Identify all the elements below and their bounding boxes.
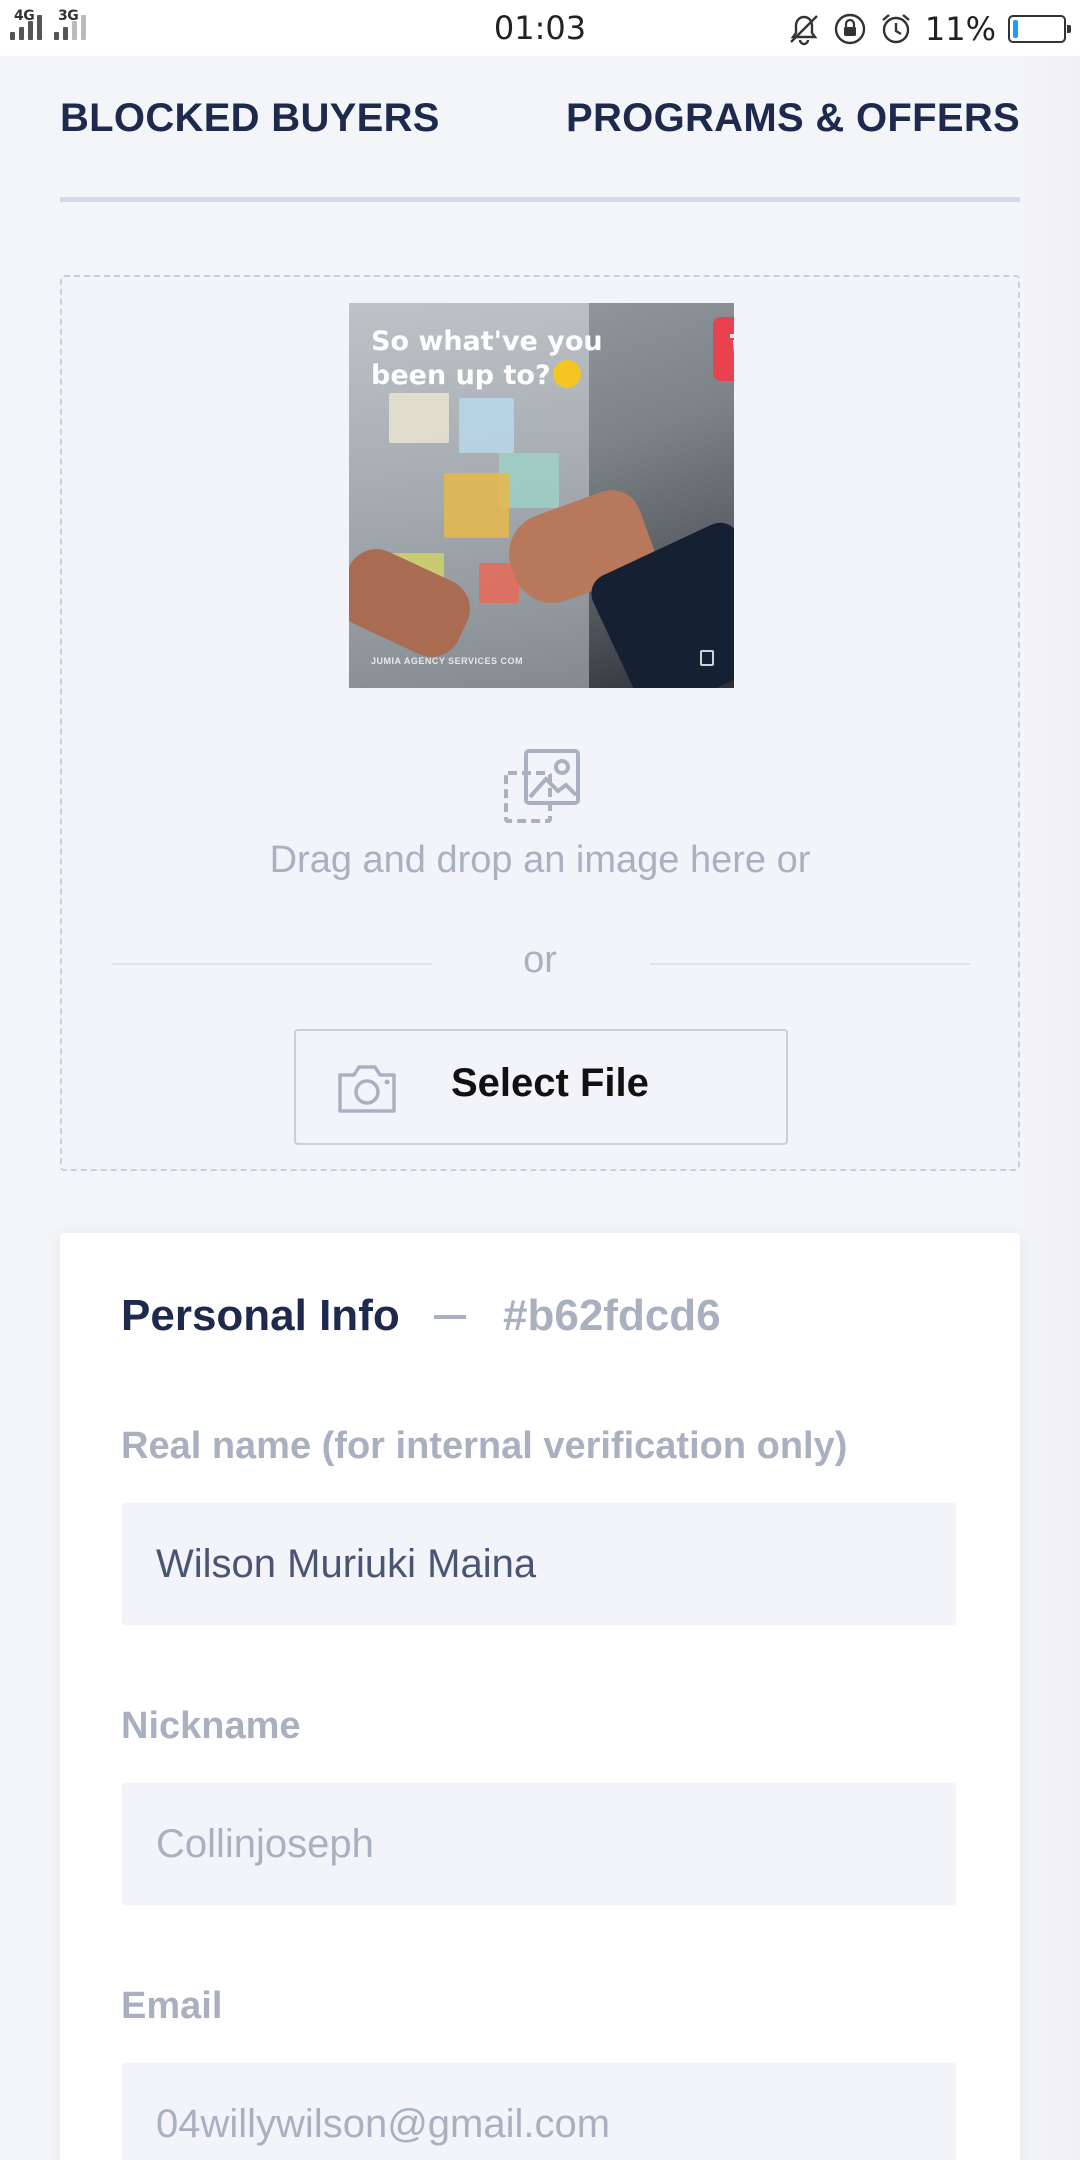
or-separator: or bbox=[523, 939, 557, 981]
real-name-label: Real name (for internal verification onl… bbox=[121, 1425, 848, 1467]
bookmark-icon bbox=[700, 650, 714, 666]
user-id: #b62fdcd6 bbox=[503, 1291, 721, 1340]
delete-image-button[interactable] bbox=[713, 317, 734, 381]
nickname-field[interactable] bbox=[122, 1783, 956, 1905]
tab-programs-offers[interactable]: PROGRAMS & OFFERS bbox=[566, 96, 1020, 141]
preview-caption: So what've you been up to? bbox=[371, 326, 603, 391]
tab-bar: BLOCKED BUYERS PROGRAMS & OFFERS bbox=[60, 90, 1020, 202]
select-file-label: Select File bbox=[451, 1061, 649, 1105]
title-dash bbox=[434, 1315, 466, 1319]
lock-rotation-icon bbox=[834, 13, 866, 45]
smile-emoji-icon bbox=[552, 360, 581, 388]
select-file-button[interactable]: Select File bbox=[294, 1029, 788, 1145]
trash-icon bbox=[730, 334, 734, 354]
edge-fade bbox=[1020, 56, 1080, 2160]
image-dropzone[interactable]: So what've you been up to? JUMIA AGENCY … bbox=[60, 275, 1020, 1171]
battery-icon bbox=[1008, 15, 1071, 43]
status-bar: 4G 3G 01:03 11% bbox=[0, 0, 1080, 56]
battery-percent: 11% bbox=[924, 10, 996, 48]
uploaded-image-preview: So what've you been up to? JUMIA AGENCY … bbox=[349, 303, 734, 688]
tab-blocked-buyers[interactable]: BLOCKED BUYERS bbox=[60, 96, 440, 141]
preview-watermark: JUMIA AGENCY SERVICES COM bbox=[371, 656, 524, 666]
section-title: Personal Info bbox=[121, 1291, 400, 1340]
mute-bell-icon bbox=[790, 15, 818, 46]
camera-icon bbox=[338, 1065, 396, 1113]
alarm-icon bbox=[882, 14, 910, 44]
image-upload-icon bbox=[504, 749, 580, 823]
real-name-field[interactable] bbox=[122, 1503, 956, 1625]
email-label: Email bbox=[121, 1985, 223, 2027]
personal-info-card: Personal Info #b62fdcd6 Real name (for i… bbox=[60, 1233, 1020, 2160]
divider-right bbox=[650, 963, 970, 965]
battery-level-fill bbox=[1013, 20, 1019, 38]
status-icons: 11% bbox=[787, 10, 1071, 48]
email-field[interactable] bbox=[122, 2063, 956, 2160]
nickname-label: Nickname bbox=[121, 1705, 301, 1747]
drag-drop-hint: Drag and drop an image here or bbox=[269, 839, 811, 881]
